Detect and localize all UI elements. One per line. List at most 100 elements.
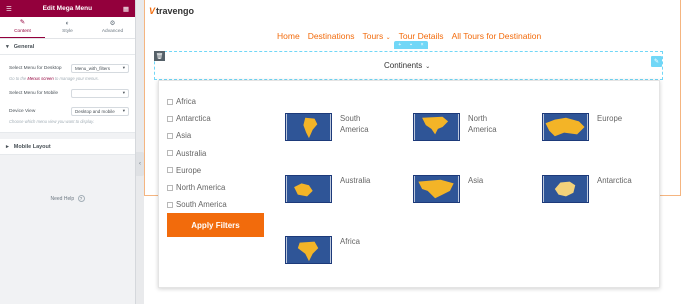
edit-widget-icon[interactable]: ✎ <box>651 56 662 67</box>
caret-down-icon: ▾ <box>6 43 9 50</box>
destination-card-australia[interactable]: Australia <box>285 175 370 203</box>
device-view-select[interactable]: Desktop and mobile ▾ <box>71 106 129 116</box>
desktop-menu-label: Select Menu for Desktop <box>9 65 62 71</box>
checkbox[interactable] <box>167 167 173 174</box>
panel-header: ☰ Edit Mega Menu ▦ <box>0 0 135 17</box>
need-help-link[interactable]: Need Help ? <box>0 195 135 202</box>
section-mobile-layout-toggle[interactable]: ▸ Mobile Layout <box>0 139 135 155</box>
logo-mark-icon: V <box>149 6 156 16</box>
mobile-menu-select[interactable]: ▾ <box>71 88 129 98</box>
filter-list: Africa Antarctica Asia Australia Europe … <box>167 93 227 213</box>
filter-europe[interactable]: Europe <box>167 162 227 179</box>
filter-africa[interactable]: Africa <box>167 93 227 110</box>
filter-asia[interactable]: Asia <box>167 127 227 144</box>
checkbox[interactable] <box>167 201 173 208</box>
desktop-menu-select[interactable]: Menu_with_filters ▾ <box>71 63 129 73</box>
checkbox[interactable] <box>167 184 173 191</box>
destination-label: Antarctica <box>597 176 632 185</box>
menus-note-suffix: to manage your menus. <box>54 76 99 81</box>
filter-label: North America <box>176 183 226 193</box>
checkbox[interactable] <box>167 115 173 122</box>
tab-style-label: Style <box>62 29 73 35</box>
destination-label: South America <box>340 114 369 134</box>
destination-label: Asia <box>468 176 484 185</box>
tab-advanced-label: Advanced <box>101 29 124 35</box>
grid-icon[interactable]: ▦ <box>123 5 129 13</box>
need-help-label: Need Help <box>50 196 75 202</box>
menus-note-prefix: Go to the <box>9 76 27 81</box>
destination-card-europe[interactable]: Europe <box>542 113 622 141</box>
section-general-body: Select Menu for Desktop Menu_with_filter… <box>0 55 135 133</box>
chevron-down-icon: ⌄ <box>385 35 391 41</box>
desktop-menu-value: Menu_with_filters <box>75 65 111 71</box>
filter-label: Europe <box>176 165 202 175</box>
main-nav: Home Destinations Tours ⌄ Tour Details A… <box>277 31 541 41</box>
filter-antarctica[interactable]: Antarctica <box>167 110 227 127</box>
filter-label: Australia <box>176 148 207 158</box>
asia-map-image <box>413 175 460 203</box>
nav-destinations[interactable]: Destinations <box>308 31 355 41</box>
nav-tours[interactable]: Tours ⌄ <box>362 31 390 41</box>
destination-card-north-america[interactable]: North America <box>413 113 497 141</box>
pencil-icon: ✎ <box>19 19 26 27</box>
continents-label: Continents <box>384 61 423 70</box>
collapse-panel-button[interactable]: ‹ <box>136 152 144 176</box>
mobile-menu-label: Select Menu for Mobile <box>9 90 59 96</box>
tab-style[interactable]: ◐ Style <box>45 17 90 38</box>
tab-content[interactable]: ✎ Content <box>0 17 45 38</box>
site-preview: Vtravengo Home Destinations Tours ⌄ Tour… <box>144 0 683 304</box>
trash-icon[interactable]: 🗑 <box>154 51 165 61</box>
menus-screen-link[interactable]: Menus screen <box>27 76 53 81</box>
filter-label: South America <box>176 200 227 210</box>
panel-tabs: ✎ Content ◐ Style ⚙ Advanced <box>0 17 135 39</box>
apply-filters-button[interactable]: Apply Filters <box>167 213 264 237</box>
europe-map-image <box>542 113 589 141</box>
chevron-down-icon: ⌄ <box>425 64 431 70</box>
destination-label: Europe <box>597 114 623 123</box>
device-view-control: Device View Desktop and mobile ▾ <box>9 105 129 117</box>
filter-label: Antarctica <box>176 114 211 124</box>
filter-australia[interactable]: Australia <box>167 145 227 162</box>
filter-label: Asia <box>176 131 192 141</box>
filter-north-america[interactable]: North America <box>167 179 227 196</box>
menus-note: Go to the Menus screen to manage your me… <box>9 76 129 81</box>
tab-advanced[interactable]: ⚙ Advanced <box>90 17 135 38</box>
site-logo[interactable]: Vtravengo <box>149 6 194 16</box>
nav-all-tours[interactable]: All Tours for Destination <box>452 31 542 41</box>
caret-right-icon: ▸ <box>6 143 9 150</box>
mobile-menu-control: Select Menu for Mobile ▾ <box>9 87 129 99</box>
section-handle[interactable]: + ▪ × <box>394 41 428 49</box>
north-america-map-image <box>413 113 460 141</box>
destination-card-africa[interactable]: Africa <box>285 236 360 264</box>
destination-card-asia[interactable]: Asia <box>413 175 483 203</box>
close-icon[interactable]: × <box>421 42 424 48</box>
mega-menu-dropdown: Africa Antarctica Asia Australia Europe … <box>158 80 660 288</box>
question-icon: ? <box>77 195 85 202</box>
checkbox[interactable] <box>167 98 173 105</box>
checkbox[interactable] <box>167 150 173 157</box>
add-icon[interactable]: + <box>398 42 401 48</box>
chevron-down-icon: ▾ <box>122 65 125 70</box>
destination-label: North America <box>468 114 497 134</box>
move-icon[interactable]: ▪ <box>410 42 412 48</box>
device-view-value: Desktop and mobile <box>75 108 115 114</box>
nav-tour-details[interactable]: Tour Details <box>399 31 444 41</box>
section-mobile-layout-title: Mobile Layout <box>13 143 51 150</box>
chevron-down-icon: ▾ <box>122 108 125 113</box>
filter-south-america[interactable]: South America <box>167 196 227 213</box>
antarctica-map-image <box>542 175 589 203</box>
editor-panel: ☰ Edit Mega Menu ▦ ✎ Content ◐ Style ⚙ A… <box>0 0 136 304</box>
nav-tours-label: Tours <box>362 31 384 41</box>
checkbox[interactable] <box>167 132 173 139</box>
panel-title: Edit Mega Menu <box>42 5 93 12</box>
device-view-label: Device View <box>9 108 36 114</box>
destination-card-antarctica[interactable]: Antarctica <box>542 175 632 203</box>
gear-icon: ⚙ <box>109 19 116 27</box>
destination-card-south-america[interactable]: South America <box>285 113 369 141</box>
australia-map-image <box>285 175 332 203</box>
circle-half-icon: ◐ <box>65 19 70 27</box>
destination-label: Africa <box>340 237 360 246</box>
section-general-toggle[interactable]: ▾ General <box>0 39 135 55</box>
nav-home[interactable]: Home <box>277 31 300 41</box>
continents-menu-toggle[interactable]: Continents ⌄ <box>384 61 430 70</box>
